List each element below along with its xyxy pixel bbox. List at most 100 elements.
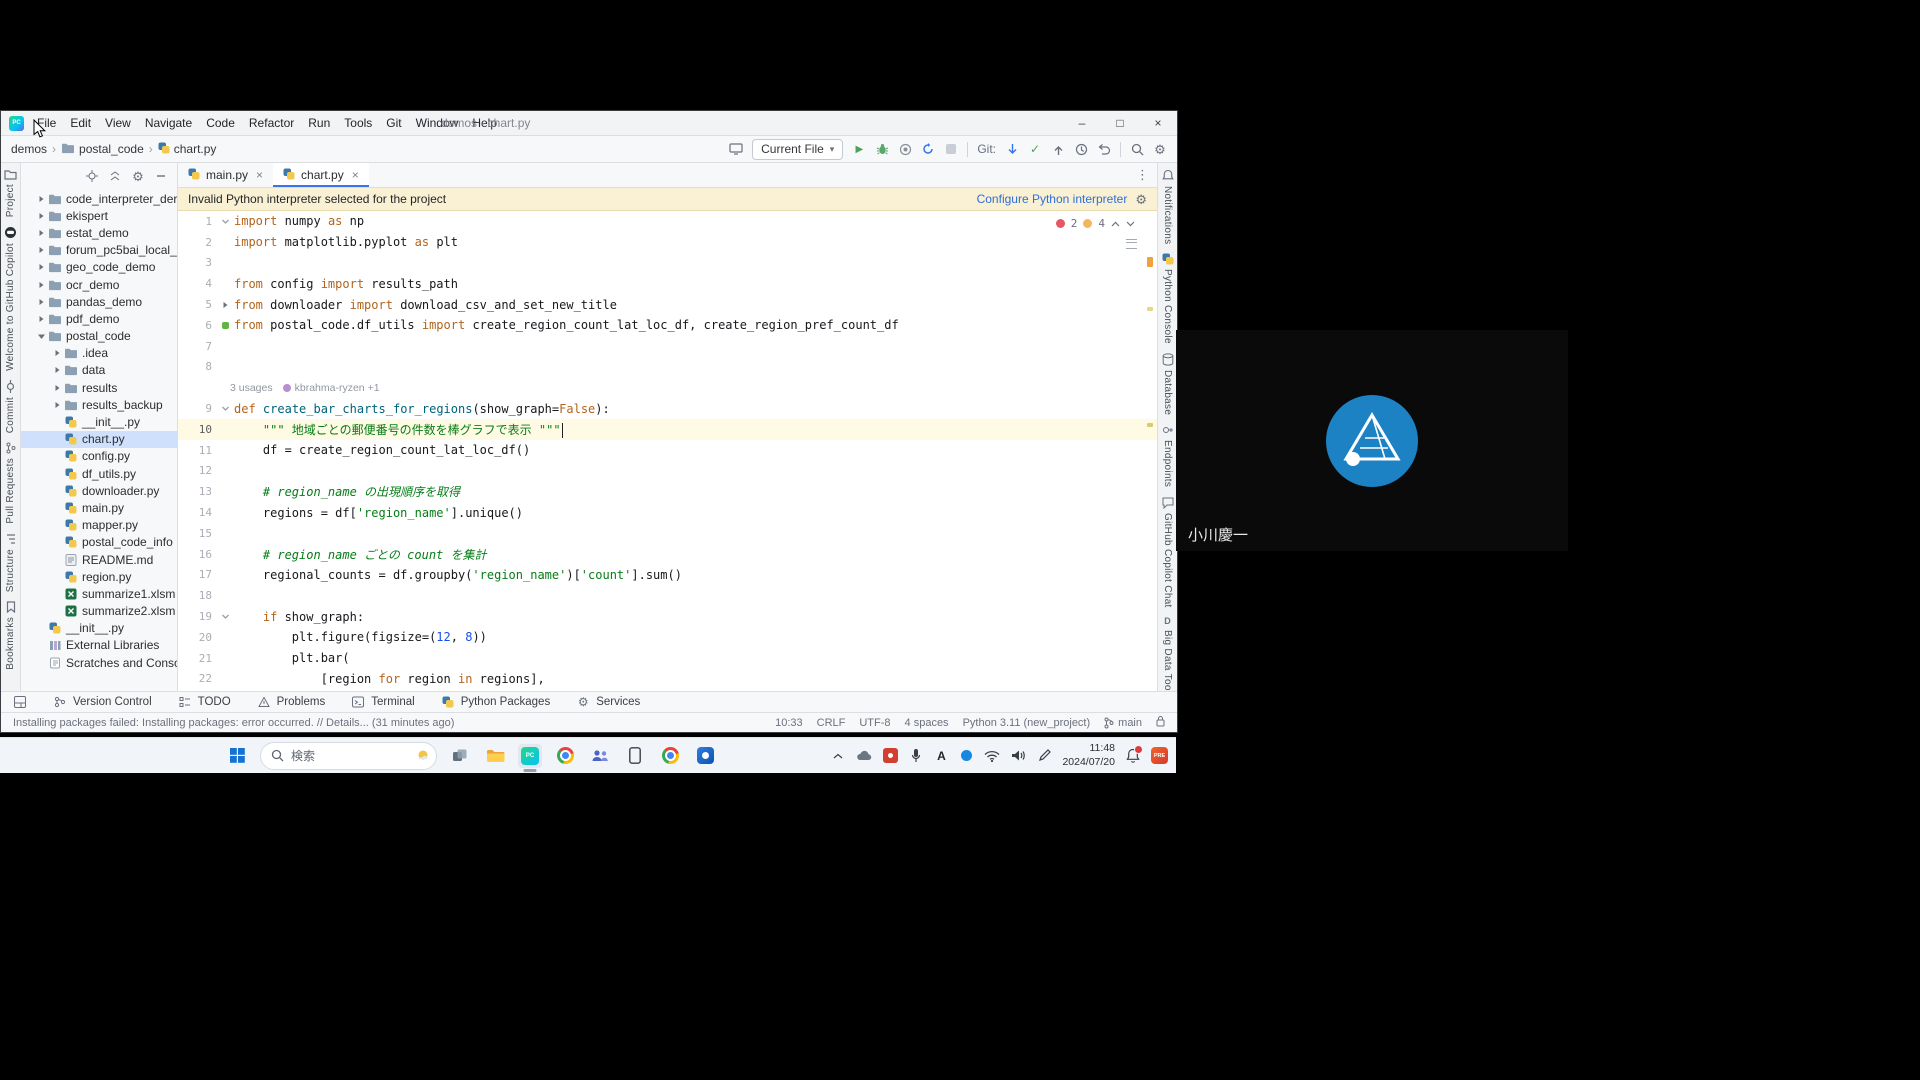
ime-a-icon[interactable]: A xyxy=(934,749,948,763)
line-number[interactable]: 2 xyxy=(178,236,218,249)
line-separator[interactable]: CRLF xyxy=(817,717,846,729)
menu-edit[interactable]: Edit xyxy=(63,111,98,135)
tree-item-pandas-demo[interactable]: pandas_demo xyxy=(21,293,177,310)
close-button[interactable]: × xyxy=(1139,111,1177,135)
tool-windows-icon[interactable] xyxy=(13,696,27,708)
fold-icon[interactable] xyxy=(218,612,232,621)
tree-item-idea[interactable]: .idea xyxy=(21,345,177,362)
line-number[interactable]: 6 xyxy=(178,319,218,332)
minimize-button[interactable]: – xyxy=(1063,111,1101,135)
menu-refactor[interactable]: Refactor xyxy=(242,111,301,135)
tool-button-project[interactable]: Project xyxy=(4,169,17,217)
tool-button-database[interactable]: Database xyxy=(1162,353,1174,415)
tree-chevron-icon[interactable] xyxy=(51,384,63,392)
readonly-lock-icon[interactable] xyxy=(1156,715,1165,730)
tab-main-py[interactable]: main.py× xyxy=(178,163,273,187)
line-number[interactable]: 11 xyxy=(178,444,218,457)
phone-link-icon[interactable] xyxy=(623,744,647,768)
maximize-button[interactable]: □ xyxy=(1101,111,1139,135)
tool-button-pull-requests[interactable]: Pull Requests xyxy=(5,442,16,524)
code-editor[interactable]: 1import numpy as np2import matplotlib.py… xyxy=(178,211,1157,691)
rollback-icon[interactable] xyxy=(1097,143,1111,155)
chevron-up-icon[interactable] xyxy=(831,753,845,759)
line-number[interactable]: 7 xyxy=(178,340,218,353)
hide-panel-icon[interactable] xyxy=(154,170,168,182)
history-icon[interactable] xyxy=(1074,143,1088,156)
tree-chevron-icon[interactable] xyxy=(35,263,47,271)
tree-item-results[interactable]: results xyxy=(21,379,177,396)
tool-button-bookmarks[interactable]: Bookmarks xyxy=(5,601,16,670)
search-everywhere-icon[interactable] xyxy=(1130,143,1144,156)
line-number[interactable]: 21 xyxy=(178,652,218,665)
banner-settings-icon[interactable]: ⚙ xyxy=(1135,193,1147,206)
taskbar-clock[interactable]: 11:48 2024/07/20 xyxy=(1062,742,1115,769)
tree-item-postal-code-info[interactable]: postal_code_info xyxy=(21,534,177,551)
start-button[interactable] xyxy=(225,744,249,768)
line-number[interactable]: 18 xyxy=(178,589,218,602)
line-number[interactable]: 4 xyxy=(178,277,218,290)
breadcrumb-postal-code[interactable]: postal_code xyxy=(61,142,144,157)
pen-icon[interactable] xyxy=(1037,749,1051,762)
tab-options-icon[interactable]: ⋮ xyxy=(1128,163,1157,187)
tree-item-geo-code-demo[interactable]: geo_code_demo xyxy=(21,259,177,276)
line-number[interactable]: 15 xyxy=(178,527,218,540)
menu-run[interactable]: Run xyxy=(301,111,337,135)
line-number[interactable]: 3 xyxy=(178,256,218,269)
tab-close-icon[interactable]: × xyxy=(256,168,263,182)
line-number[interactable]: 17 xyxy=(178,568,218,581)
tool-button-commit[interactable]: Commit xyxy=(4,380,17,433)
tree-item-ocr-demo[interactable]: ocr_demo xyxy=(21,276,177,293)
usages-hint[interactable]: 3 usages xyxy=(230,382,273,394)
line-number[interactable]: 1 xyxy=(178,215,218,228)
menu-code[interactable]: Code xyxy=(199,111,242,135)
tree-chevron-icon[interactable] xyxy=(35,246,47,254)
collapse-all-icon[interactable] xyxy=(108,170,122,182)
line-number[interactable]: 22 xyxy=(178,672,218,685)
stop-button[interactable] xyxy=(944,143,958,155)
breadcrumb-chart-py[interactable]: chart.py xyxy=(158,142,217,157)
tree-chevron-icon[interactable] xyxy=(35,315,47,323)
status-message[interactable]: Installing packages failed: Installing p… xyxy=(13,717,454,729)
tree-item-summarize1-xlsm[interactable]: summarize1.xlsm xyxy=(21,585,177,602)
git-commit-icon[interactable]: ✓ xyxy=(1028,142,1042,156)
line-number[interactable]: 9 xyxy=(178,402,218,415)
tree-item-data[interactable]: data xyxy=(21,362,177,379)
tree-chevron-icon[interactable] xyxy=(51,401,63,409)
tree-item-ekispert[interactable]: ekispert xyxy=(21,207,177,224)
tool-window-button-problems[interactable]: Problems xyxy=(257,696,326,708)
prev-issue-icon[interactable] xyxy=(1111,221,1120,227)
tree-item-main-py[interactable]: main.py xyxy=(21,499,177,516)
chrome-icon[interactable] xyxy=(553,744,577,768)
line-number[interactable]: 14 xyxy=(178,506,218,519)
tool-button-python-console[interactable]: Python Console xyxy=(1162,253,1174,344)
tree-item-external-libraries[interactable]: External Libraries xyxy=(21,637,177,654)
tab-close-icon[interactable]: × xyxy=(352,168,359,182)
tool-button-endpoints[interactable]: Endpoints xyxy=(1162,424,1174,487)
pre-app-icon[interactable]: PRE xyxy=(1151,747,1168,764)
tree-item-init-py[interactable]: __init__.py xyxy=(21,413,177,430)
tool-window-button-services[interactable]: ⚙Services xyxy=(576,696,640,708)
pycharm-icon[interactable]: PC xyxy=(518,744,542,768)
inspections-widget[interactable]: 2 4 xyxy=(1052,216,1139,231)
line-number[interactable]: 20 xyxy=(178,631,218,644)
settings-gear-icon[interactable]: ⚙ xyxy=(1153,143,1167,156)
tree-item-code-interpreter-der[interactable]: code_interpreter_der xyxy=(21,190,177,207)
line-number[interactable]: 10 xyxy=(178,423,218,436)
line-number[interactable]: 13 xyxy=(178,485,218,498)
menu-tools[interactable]: Tools xyxy=(337,111,379,135)
security-app-icon[interactable] xyxy=(883,748,898,763)
tool-button-notifications[interactable]: Notifications xyxy=(1162,169,1174,244)
tool-window-button-terminal[interactable]: Terminal xyxy=(351,696,414,708)
author-hint[interactable]: kbrahma-ryzen +1 xyxy=(283,382,380,394)
profiler-button[interactable] xyxy=(921,143,935,155)
tree-chevron-icon[interactable] xyxy=(35,212,47,220)
tool-button-github-copilot-chat[interactable]: GitHub Copilot Chat xyxy=(1162,497,1174,608)
fold-icon[interactable] xyxy=(218,217,232,226)
weather-icon[interactable] xyxy=(415,748,431,764)
tree-item-forum-pc5bai-local[interactable]: forum_pc5bai_local_ xyxy=(21,242,177,259)
caret-position[interactable]: 10:33 xyxy=(775,717,803,729)
blue-dot-icon[interactable] xyxy=(959,750,973,761)
tree-chevron-icon[interactable] xyxy=(51,366,63,374)
tree-item-region-py[interactable]: region.py xyxy=(21,568,177,585)
indent-style[interactable]: 4 spaces xyxy=(905,717,949,729)
